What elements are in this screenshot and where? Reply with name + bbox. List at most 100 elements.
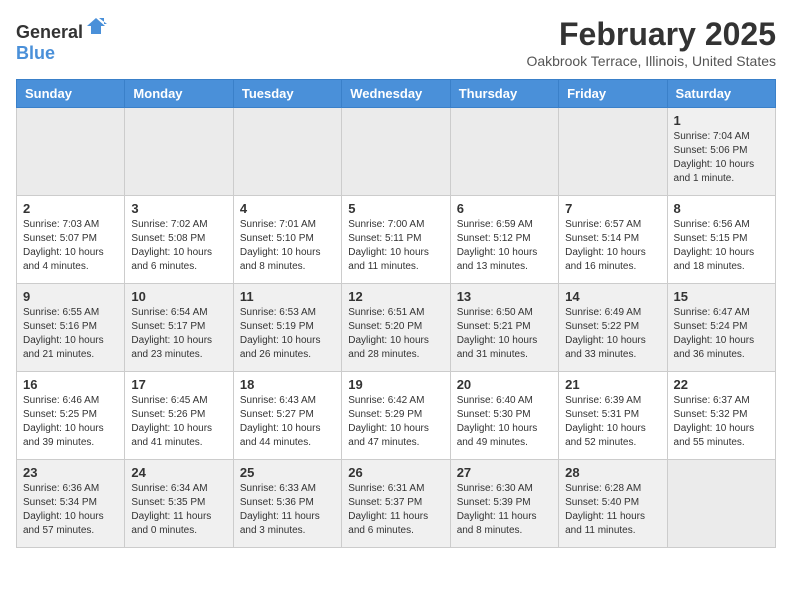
calendar-day-cell: 3 Sunrise: 7:02 AM Sunset: 5:08 PM Daylig… [125,196,233,284]
calendar-day-cell: 28 Sunrise: 6:28 AM Sunset: 5:40 PM Dayli… [559,460,667,548]
day-number: 9 [23,289,118,304]
day-number: 28 [565,465,660,480]
title-block: February 2025 Oakbrook Terrace, Illinois… [526,16,776,69]
calendar-day-cell: 20Sunrise: 6:40 AM Sunset: 5:30 PM Dayli… [450,372,558,460]
calendar-day-cell: 14 Sunrise: 6:49 AM Sunset: 5:22 PM Dayli… [559,284,667,372]
calendar-day-cell [342,108,450,196]
day-info: Sunrise: 6:49 AM Sunset: 5:22 PM Dayligh… [565,306,660,362]
calendar-day-cell: 13 Sunrise: 6:50 AM Sunset: 5:21 PM Dayli… [450,284,558,372]
day-number: 27 [457,465,552,480]
day-number: 15 [674,289,769,304]
day-info: Sunrise: 6:36 AM Sunset: 5:34 PM Dayligh… [23,482,118,538]
day-number: 7 [565,201,660,216]
day-number: 8 [674,201,769,216]
calendar-day-cell [450,108,558,196]
day-info: Sunrise: 6:53 AM Sunset: 5:19 PM Dayligh… [240,306,335,362]
day-number: 5 [348,201,443,216]
day-header-thursday: Thursday [450,80,558,108]
calendar-week-row: 1 Sunrise: 7:04 AM Sunset: 5:06 PM Daylig… [17,108,776,196]
day-number: 19 [348,377,443,392]
day-info: Sunrise: 6:54 AM Sunset: 5:17 PM Dayligh… [131,306,226,362]
day-number: 6 [457,201,552,216]
calendar-day-cell: 9Sunrise: 6:55 AM Sunset: 5:16 PM Daylig… [17,284,125,372]
day-info: Sunrise: 6:34 AM Sunset: 5:35 PM Dayligh… [131,482,226,538]
day-number: 13 [457,289,552,304]
calendar-day-cell: 6 Sunrise: 6:59 AM Sunset: 5:12 PM Daylig… [450,196,558,284]
calendar-week-row: 9Sunrise: 6:55 AM Sunset: 5:16 PM Daylig… [17,284,776,372]
day-info: Sunrise: 7:03 AM Sunset: 5:07 PM Dayligh… [23,218,118,274]
calendar-header-row: SundayMondayTuesdayWednesdayThursdayFrid… [17,80,776,108]
calendar-day-cell: 27 Sunrise: 6:30 AM Sunset: 5:39 PM Dayli… [450,460,558,548]
day-header-saturday: Saturday [667,80,775,108]
day-info: Sunrise: 6:39 AM Sunset: 5:31 PM Dayligh… [565,394,660,450]
day-info: Sunrise: 6:43 AM Sunset: 5:27 PM Dayligh… [240,394,335,450]
calendar-day-cell: 16 Sunrise: 6:46 AM Sunset: 5:25 PM Dayli… [17,372,125,460]
day-number: 14 [565,289,660,304]
day-info: Sunrise: 7:00 AM Sunset: 5:11 PM Dayligh… [348,218,443,274]
calendar-day-cell: 18 Sunrise: 6:43 AM Sunset: 5:27 PM Dayli… [233,372,341,460]
day-header-friday: Friday [559,80,667,108]
calendar-day-cell: 24 Sunrise: 6:34 AM Sunset: 5:35 PM Dayli… [125,460,233,548]
calendar-day-cell: 17 Sunrise: 6:45 AM Sunset: 5:26 PM Dayli… [125,372,233,460]
calendar-day-cell: 19 Sunrise: 6:42 AM Sunset: 5:29 PM Dayli… [342,372,450,460]
day-header-sunday: Sunday [17,80,125,108]
day-header-tuesday: Tuesday [233,80,341,108]
day-info: Sunrise: 6:46 AM Sunset: 5:25 PM Dayligh… [23,394,118,450]
day-info: Sunrise: 6:47 AM Sunset: 5:24 PM Dayligh… [674,306,769,362]
logo-blue: Blue [16,43,55,63]
day-header-monday: Monday [125,80,233,108]
calendar-week-row: 2 Sunrise: 7:03 AM Sunset: 5:07 PM Daylig… [17,196,776,284]
calendar-day-cell: 25 Sunrise: 6:33 AM Sunset: 5:36 PM Dayli… [233,460,341,548]
day-number: 3 [131,201,226,216]
day-info: Sunrise: 6:33 AM Sunset: 5:36 PM Dayligh… [240,482,335,538]
day-number: 12 [348,289,443,304]
calendar-day-cell: 26 Sunrise: 6:31 AM Sunset: 5:37 PM Dayli… [342,460,450,548]
location: Oakbrook Terrace, Illinois, United State… [526,53,776,69]
day-number: 24 [131,465,226,480]
calendar-day-cell [125,108,233,196]
day-number: 17 [131,377,226,392]
calendar-day-cell: 4Sunrise: 7:01 AM Sunset: 5:10 PM Daylig… [233,196,341,284]
calendar-day-cell: 23 Sunrise: 6:36 AM Sunset: 5:34 PM Dayli… [17,460,125,548]
calendar-day-cell: 2 Sunrise: 7:03 AM Sunset: 5:07 PM Daylig… [17,196,125,284]
calendar-day-cell [667,460,775,548]
day-info: Sunrise: 7:02 AM Sunset: 5:08 PM Dayligh… [131,218,226,274]
month-year: February 2025 [526,16,776,53]
calendar-day-cell: 22Sunrise: 6:37 AM Sunset: 5:32 PM Dayli… [667,372,775,460]
calendar-day-cell: 8Sunrise: 6:56 AM Sunset: 5:15 PM Daylig… [667,196,775,284]
day-number: 1 [674,113,769,128]
calendar-day-cell: 5 Sunrise: 7:00 AM Sunset: 5:11 PM Daylig… [342,196,450,284]
day-number: 26 [348,465,443,480]
day-number: 10 [131,289,226,304]
calendar-day-cell: 11 Sunrise: 6:53 AM Sunset: 5:19 PM Dayli… [233,284,341,372]
day-info: Sunrise: 6:28 AM Sunset: 5:40 PM Dayligh… [565,482,660,538]
day-number: 22 [674,377,769,392]
calendar-week-row: 16 Sunrise: 6:46 AM Sunset: 5:25 PM Dayli… [17,372,776,460]
day-number: 25 [240,465,335,480]
calendar-day-cell [233,108,341,196]
day-info: Sunrise: 7:01 AM Sunset: 5:10 PM Dayligh… [240,218,335,274]
calendar-day-cell: 15 Sunrise: 6:47 AM Sunset: 5:24 PM Dayli… [667,284,775,372]
calendar-table: SundayMondayTuesdayWednesdayThursdayFrid… [16,79,776,548]
calendar-day-cell [559,108,667,196]
calendar-day-cell: 7Sunrise: 6:57 AM Sunset: 5:14 PM Daylig… [559,196,667,284]
day-header-wednesday: Wednesday [342,80,450,108]
day-number: 23 [23,465,118,480]
day-info: Sunrise: 6:45 AM Sunset: 5:26 PM Dayligh… [131,394,226,450]
day-info: Sunrise: 7:04 AM Sunset: 5:06 PM Dayligh… [674,130,769,186]
day-number: 11 [240,289,335,304]
page-header: General Blue February 2025 Oakbrook Terr… [16,16,776,69]
day-number: 18 [240,377,335,392]
day-number: 16 [23,377,118,392]
day-info: Sunrise: 6:42 AM Sunset: 5:29 PM Dayligh… [348,394,443,450]
day-info: Sunrise: 6:30 AM Sunset: 5:39 PM Dayligh… [457,482,552,538]
day-info: Sunrise: 6:59 AM Sunset: 5:12 PM Dayligh… [457,218,552,274]
logo: General Blue [16,16,107,64]
calendar-day-cell [17,108,125,196]
day-number: 2 [23,201,118,216]
logo-icon [85,16,107,36]
day-info: Sunrise: 6:31 AM Sunset: 5:37 PM Dayligh… [348,482,443,538]
day-info: Sunrise: 6:50 AM Sunset: 5:21 PM Dayligh… [457,306,552,362]
calendar-day-cell: 1 Sunrise: 7:04 AM Sunset: 5:06 PM Daylig… [667,108,775,196]
calendar-day-cell: 12Sunrise: 6:51 AM Sunset: 5:20 PM Dayli… [342,284,450,372]
